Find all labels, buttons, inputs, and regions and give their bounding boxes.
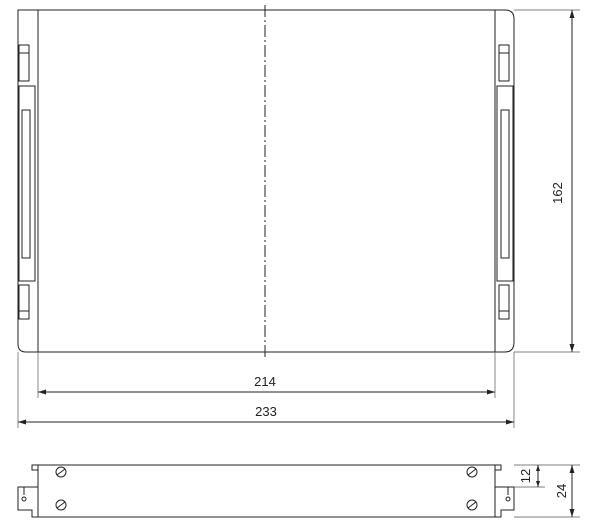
dimension-12: 12 [514,464,545,488]
dimension-233: 233 [17,352,515,428]
dimension-233-label: 233 [255,404,277,419]
dimension-162-label: 162 [550,182,565,204]
dimension-24-label: 24 [554,484,569,498]
left-bracket [17,464,38,518]
right-rail [496,44,514,320]
dimension-12-label: 12 [518,469,533,483]
screw-icon [466,466,478,478]
right-bracket [495,464,515,518]
left-rail [18,44,36,320]
dimension-214: 214 [37,352,496,398]
side-view [17,464,515,518]
screw-icon [55,466,67,478]
top-view [17,5,515,358]
dimension-162: 162 [514,9,580,353]
technical-drawing: 214 233 162 12 24 [17,5,580,518]
screw-icon [466,499,478,511]
top-view-body-outline [17,9,515,353]
dimension-214-label: 214 [254,374,276,389]
screw-icon [55,499,67,511]
side-view-body [37,464,496,518]
